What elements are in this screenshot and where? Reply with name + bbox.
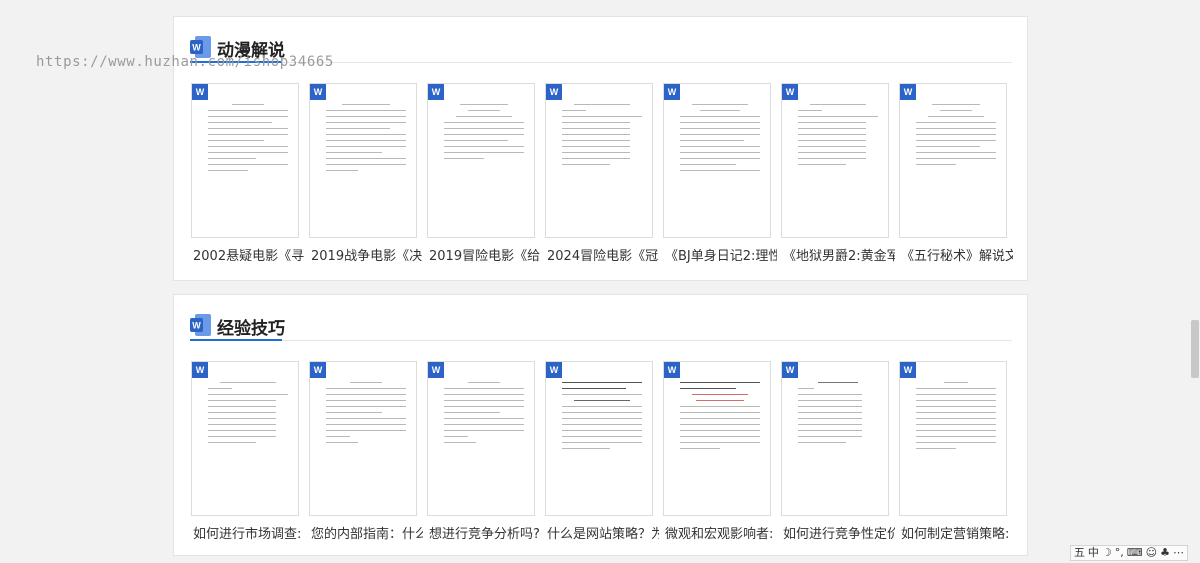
doc-card-title[interactable]: 如何进行市场调查: bbox=[193, 523, 305, 542]
section-title: 经验技巧 bbox=[217, 319, 285, 339]
word-badge-icon: W bbox=[782, 362, 798, 378]
doc-preview bbox=[680, 382, 760, 454]
doc-thumbnail[interactable]: W bbox=[309, 83, 417, 238]
doc-thumbnail[interactable]: W bbox=[545, 83, 653, 238]
doc-thumbnail[interactable]: W bbox=[427, 83, 535, 238]
ime-toolbar[interactable]: 五 中 ☽ °, ⌨ ☺ ♣ ⋯ bbox=[1069, 545, 1188, 561]
word-badge-icon: W bbox=[664, 362, 680, 378]
section-tips: W 经验技巧 W 如何进行市场调查: W 您的内部指南：什么 W 想进行竞争分析… bbox=[173, 294, 1028, 556]
doc-thumbnail[interactable]: W bbox=[781, 361, 889, 516]
card-list: W 如何进行市场调查: W 您的内部指南：什么 W 想进行竞争分析吗? W 什么… bbox=[191, 361, 1016, 542]
doc-thumbnail[interactable]: W bbox=[899, 361, 1007, 516]
doc-preview bbox=[562, 104, 642, 170]
ime-chinese-icon[interactable]: 中 bbox=[1088, 546, 1099, 560]
word-badge-icon: W bbox=[192, 84, 208, 100]
page-scrollbar[interactable] bbox=[1190, 0, 1200, 563]
word-badge-icon: W bbox=[428, 84, 444, 100]
doc-card-title[interactable]: 您的内部指南：什么 bbox=[311, 523, 423, 542]
word-badge-icon: W bbox=[310, 362, 326, 378]
doc-card-title[interactable]: 2002悬疑电影《寻 bbox=[193, 245, 305, 264]
doc-preview bbox=[444, 104, 524, 164]
watermark: https://www.huzhan.com/ishop34665 bbox=[36, 54, 334, 70]
doc-card-title[interactable]: 2019冒险电影《给 bbox=[429, 245, 541, 264]
doc-preview bbox=[916, 382, 996, 454]
section-header: W 经验技巧 bbox=[190, 314, 1012, 341]
doc-preview bbox=[562, 382, 642, 454]
doc-preview bbox=[798, 382, 878, 448]
doc-thumbnail[interactable]: W bbox=[191, 83, 299, 238]
word-badge-icon: W bbox=[900, 84, 916, 100]
doc-preview bbox=[680, 104, 760, 176]
ime-skin-icon[interactable]: ♣ bbox=[1160, 546, 1170, 560]
ime-emoji-icon[interactable]: ☺ bbox=[1146, 546, 1157, 560]
doc-card-title[interactable]: 想进行竞争分析吗? bbox=[429, 523, 541, 542]
doc-preview bbox=[208, 382, 288, 448]
ime-more-icon[interactable]: ⋯ bbox=[1173, 546, 1184, 560]
section-underline bbox=[190, 339, 282, 341]
doc-thumbnail[interactable]: W bbox=[899, 83, 1007, 238]
ime-wubi-icon[interactable]: 五 bbox=[1074, 546, 1085, 560]
scrollbar-thumb[interactable] bbox=[1191, 320, 1199, 378]
doc-thumbnail[interactable]: W bbox=[309, 361, 417, 516]
doc-thumbnail[interactable]: W bbox=[663, 83, 771, 238]
doc-card-title[interactable]: 2019战争电影《决 bbox=[311, 245, 423, 264]
ime-punctuation-icon[interactable]: °, bbox=[1115, 546, 1124, 560]
word-badge-icon: W bbox=[546, 362, 562, 378]
doc-preview bbox=[326, 104, 406, 176]
word-badge-icon: W bbox=[546, 84, 562, 100]
word-badge-icon: W bbox=[192, 362, 208, 378]
doc-card-title[interactable]: 《五行秘术》解说文 bbox=[901, 245, 1013, 264]
doc-thumbnail[interactable]: W bbox=[427, 361, 535, 516]
word-doc-icon: W bbox=[190, 314, 211, 336]
doc-preview bbox=[208, 104, 288, 176]
ime-keyboard-icon[interactable]: ⌨ bbox=[1127, 546, 1143, 560]
doc-card-title[interactable]: 如何进行竞争性定价 bbox=[783, 523, 895, 542]
doc-preview bbox=[916, 104, 996, 170]
word-badge-icon: W bbox=[664, 84, 680, 100]
ime-halfwidth-icon[interactable]: ☽ bbox=[1102, 546, 1112, 560]
svg-text:W: W bbox=[192, 43, 201, 53]
doc-card-title[interactable]: 2024冒险电影《冠 bbox=[547, 245, 659, 264]
doc-thumbnail[interactable]: W bbox=[781, 83, 889, 238]
doc-thumbnail[interactable]: W bbox=[191, 361, 299, 516]
doc-card-title[interactable]: 如何制定营销策略: bbox=[901, 523, 1013, 542]
word-badge-icon: W bbox=[428, 362, 444, 378]
word-badge-icon: W bbox=[782, 84, 798, 100]
doc-card-title[interactable]: 微观和宏观影响者: bbox=[665, 523, 777, 542]
word-badge-icon: W bbox=[310, 84, 326, 100]
svg-text:W: W bbox=[192, 321, 201, 331]
doc-card-title[interactable]: 《地狱男爵2:黄金军 bbox=[783, 245, 895, 264]
doc-thumbnail[interactable]: W bbox=[545, 361, 653, 516]
word-badge-icon: W bbox=[900, 362, 916, 378]
doc-thumbnail[interactable]: W bbox=[663, 361, 771, 516]
card-list: W 2002悬疑电影《寻 W 2019战争电影《决 W 2019冒险电影《给 W bbox=[191, 83, 1016, 264]
doc-card-title[interactable]: 《BJ单身日记2:理性 bbox=[665, 245, 777, 264]
doc-preview bbox=[326, 382, 406, 448]
doc-card-title[interactable]: 什么是网站策略？为 bbox=[547, 523, 659, 542]
doc-preview bbox=[798, 104, 878, 170]
doc-preview bbox=[444, 382, 524, 448]
